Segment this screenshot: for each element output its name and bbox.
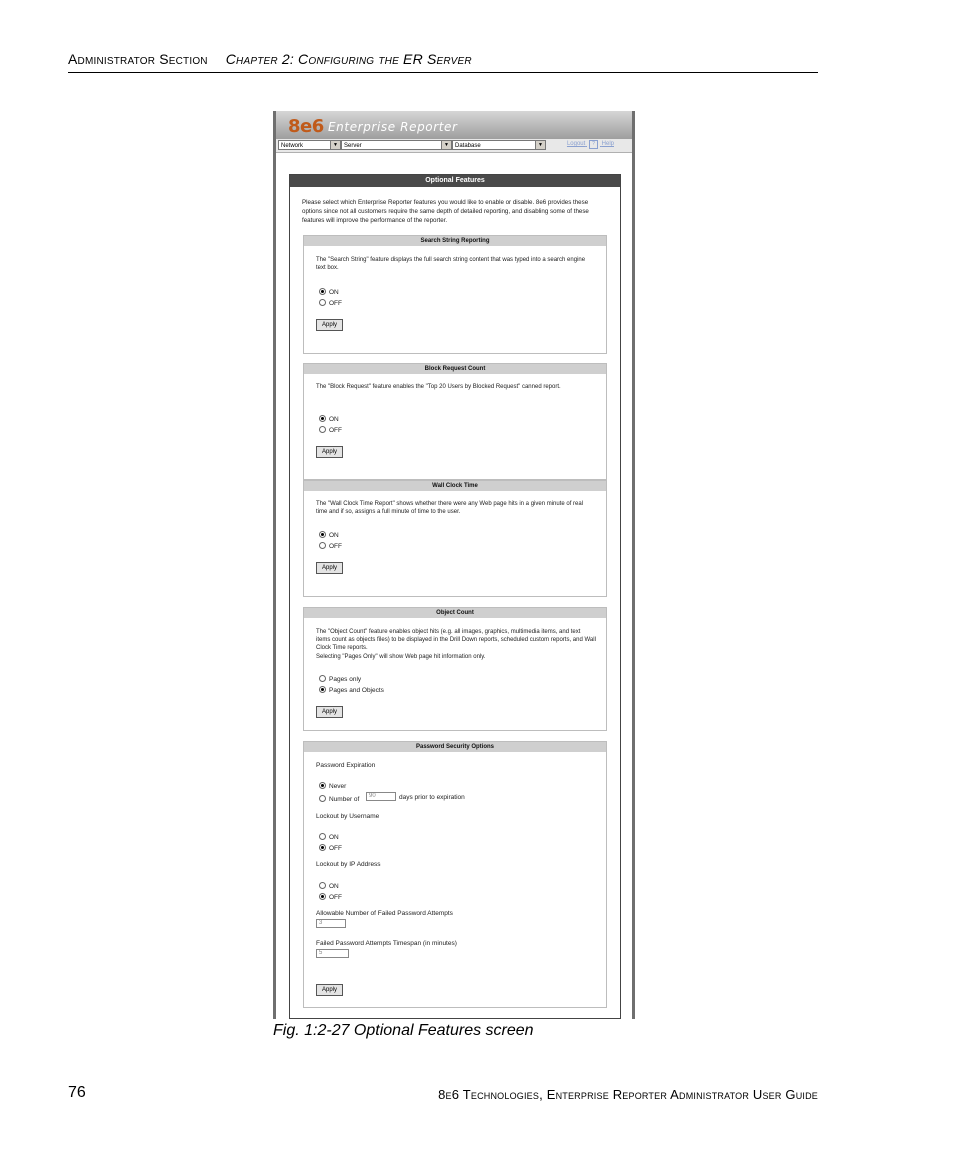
app-name: Enterprise Reporter <box>328 120 458 134</box>
password-security-section: Password Security Options Password Expir… <box>303 741 607 1008</box>
radio-icon <box>319 795 326 802</box>
wall-clock-section: Wall Clock Time The "Wall Clock Time Rep… <box>303 480 607 597</box>
section-description-2: Selecting "Pages Only" will show Web pag… <box>316 654 486 660</box>
radio-selected-icon <box>319 415 326 422</box>
radio-label: OFF <box>329 543 342 550</box>
object-count-section: Object Count The "Object Count" feature … <box>303 607 607 731</box>
attempts-timespan-label: Failed Password Attempts Timespan (in mi… <box>316 940 457 947</box>
radio-icon <box>319 833 326 840</box>
apply-button[interactable]: Apply <box>316 446 343 458</box>
section-description: The "Search String" feature displays the… <box>316 257 586 271</box>
figure-caption: Fig. 1:2-27 Optional Features screen <box>273 1022 534 1039</box>
block-request-section: Block Request Count The "Block Request" … <box>303 363 607 480</box>
section-title: Password Security Options <box>304 742 606 752</box>
expiration-days-suffix: days prior to expiration <box>399 794 465 801</box>
radio-label: Never <box>329 783 347 790</box>
radio-selected-icon <box>319 844 326 851</box>
failed-attempts-label: Allowable Number of Failed Password Atte… <box>316 910 453 917</box>
chevron-down-icon: ▼ <box>441 141 451 149</box>
radio-label: ON <box>329 883 339 890</box>
section-description: The "Block Request" feature enables the … <box>316 384 561 390</box>
lockout-username-off-radio[interactable]: OFF <box>319 843 342 853</box>
document-header: Administrator Section Chapter 2: Configur… <box>68 51 472 67</box>
app-titlebar: 8e6 Enterprise Reporter <box>276 111 632 139</box>
top-links: Logout ? Help <box>567 140 614 149</box>
lockout-ip-on-radio[interactable]: ON <box>319 881 339 891</box>
lockout-username-on-radio[interactable]: ON <box>319 832 339 842</box>
header-rule <box>68 72 818 73</box>
radio-label: OFF <box>329 300 342 307</box>
lockout-ip-off-radio[interactable]: OFF <box>319 892 342 902</box>
network-select-label: Network <box>281 143 304 149</box>
optional-features-panel: Optional Features Please select which En… <box>289 174 621 1019</box>
pages-only-radio[interactable]: Pages only <box>319 674 361 684</box>
wall-clock-off-radio[interactable]: OFF <box>319 541 342 551</box>
apply-button[interactable]: Apply <box>316 319 343 331</box>
failed-attempts-input[interactable]: 3 <box>316 919 346 928</box>
radio-label: ON <box>329 834 339 841</box>
server-select[interactable]: Server ▼ <box>341 140 452 150</box>
expiration-number-radio[interactable]: Number of <box>319 794 359 804</box>
radio-icon <box>319 882 326 889</box>
radio-selected-icon <box>319 893 326 900</box>
radio-icon <box>319 675 326 682</box>
help-link[interactable]: Help <box>602 141 614 147</box>
radio-label: OFF <box>329 845 342 852</box>
section-title: Block Request Count <box>304 364 606 374</box>
radio-label: ON <box>329 289 339 296</box>
radio-selected-icon <box>319 686 326 693</box>
section-title: Wall Clock Time <box>304 481 606 491</box>
menu-bar: Network ▼ Server ▼ Database ▼ Logout ? H… <box>276 139 632 153</box>
header-section: Administrator Section <box>68 51 208 67</box>
expiration-days-input[interactable]: 90 <box>366 792 396 801</box>
radio-label: Number of <box>329 796 360 803</box>
search-string-off-radio[interactable]: OFF <box>319 298 342 308</box>
section-description: The "Wall Clock Time Report" shows wheth… <box>316 501 584 515</box>
block-request-off-radio[interactable]: OFF <box>319 425 342 435</box>
footer-title: 8e6 Technologies, Enterprise Reporter Ad… <box>438 1087 818 1102</box>
server-select-label: Server <box>344 143 362 149</box>
section-title: Search String Reporting <box>304 236 606 246</box>
radio-label: OFF <box>329 427 342 434</box>
radio-icon <box>319 426 326 433</box>
pages-and-objects-radio[interactable]: Pages and Objects <box>319 685 384 695</box>
radio-label: ON <box>329 532 339 539</box>
chevron-down-icon: ▼ <box>330 141 340 149</box>
radio-icon <box>319 542 326 549</box>
radio-selected-icon <box>319 288 326 295</box>
database-select[interactable]: Database ▼ <box>452 140 546 150</box>
page-number: 76 <box>68 1084 86 1101</box>
apply-button[interactable]: Apply <box>316 562 343 574</box>
section-title: Object Count <box>304 608 606 618</box>
database-select-label: Database <box>455 143 481 149</box>
search-string-section: Search String Reporting The "Search Stri… <box>303 235 607 354</box>
lockout-username-label: Lockout by Username <box>316 813 380 820</box>
radio-label: OFF <box>329 894 342 901</box>
apply-button[interactable]: Apply <box>316 984 343 996</box>
help-icon[interactable]: ? <box>588 140 598 149</box>
radio-selected-icon <box>319 531 326 538</box>
password-expiration-label: Password Expiration <box>316 762 376 769</box>
chevron-down-icon: ▼ <box>535 141 545 149</box>
radio-selected-icon <box>319 782 326 789</box>
header-chapter: Chapter 2: Configuring the ER Server <box>225 51 472 67</box>
screenshot-figure: 8e6 Enterprise Reporter Network ▼ Server… <box>273 111 635 1019</box>
radio-label: Pages only <box>329 676 362 683</box>
search-string-on-radio[interactable]: ON <box>319 287 339 297</box>
radio-icon <box>319 299 326 306</box>
radio-label: ON <box>329 416 339 423</box>
logout-link[interactable]: Logout <box>567 141 585 147</box>
intro-text: Please select which Enterprise Reporter … <box>302 199 589 224</box>
block-request-on-radio[interactable]: ON <box>319 414 339 424</box>
expiration-never-radio[interactable]: Never <box>319 781 346 791</box>
lockout-ip-label: Lockout by IP Address <box>316 861 381 868</box>
panel-title: Optional Features <box>290 175 620 187</box>
app-logo: 8e6 <box>288 116 324 137</box>
wall-clock-on-radio[interactable]: ON <box>319 530 339 540</box>
attempts-timespan-input[interactable]: 5 <box>316 949 349 958</box>
section-description: The "Object Count" feature enables objec… <box>316 629 596 651</box>
apply-button[interactable]: Apply <box>316 706 343 718</box>
network-select[interactable]: Network ▼ <box>278 140 341 150</box>
radio-label: Pages and Objects <box>329 687 384 694</box>
